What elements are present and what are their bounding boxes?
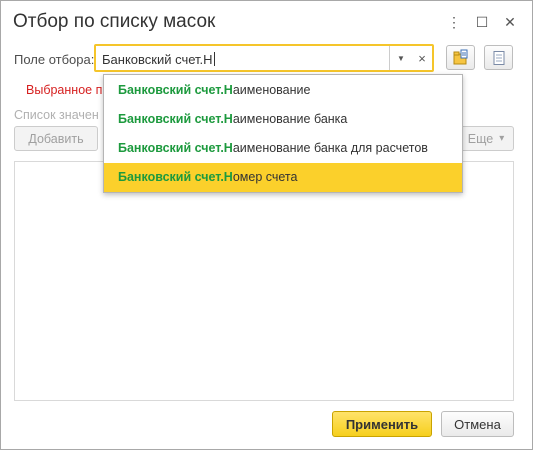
maximize-icon[interactable]: ☐ — [471, 11, 493, 33]
open-list-button[interactable] — [484, 45, 513, 70]
suggestion-match: Банковский счет.Н — [118, 170, 233, 184]
suggestion-match: Банковский счет.Н — [118, 83, 233, 97]
selected-notice: Выбранное п — [26, 83, 103, 97]
dialog-window: Отбор по списку масок ⋮ ☐ ✕ Поле отбора:… — [0, 0, 533, 450]
clear-icon[interactable]: × — [412, 46, 432, 70]
suggestion-rest: аименование банка — [232, 112, 348, 126]
apply-button[interactable]: Применить — [332, 411, 432, 437]
cancel-button[interactable]: Отмена — [441, 411, 514, 437]
more-button-label: Еще — [467, 131, 494, 146]
close-icon[interactable]: ✕ — [499, 11, 521, 33]
suggestion-item[interactable]: Банковский счет.Наименование банка — [104, 105, 462, 134]
suggestion-rest: аименование банка для расчетов — [232, 141, 428, 155]
filter-field-input[interactable]: Банковский счет.Н ▼ × — [94, 44, 434, 72]
suggestion-item[interactable]: Банковский счет.Наименование — [104, 76, 462, 105]
chevron-down-icon: ▾ — [499, 133, 505, 144]
more-options-icon[interactable]: ⋮ — [443, 11, 465, 33]
dialog-title: Отбор по списку масок — [13, 11, 216, 32]
suggestion-match: Банковский счет.Н — [118, 112, 233, 126]
chevron-down-icon[interactable]: ▼ — [389, 46, 412, 70]
suggestion-rest: омер счета — [232, 170, 298, 184]
suggestion-match: Банковский счет.Н — [118, 141, 233, 155]
more-button[interactable]: Еще ▾ — [458, 126, 514, 151]
suggestion-rest: аименование — [232, 83, 311, 97]
folder-edit-icon — [453, 49, 467, 64]
suggestion-item-selected[interactable]: Банковский счет.Номер счета — [104, 163, 462, 192]
suggestion-item[interactable]: Банковский счет.Наименование банка для р… — [104, 134, 462, 163]
suggestion-dropdown: Банковский счет.Наименование Банковский … — [103, 74, 463, 193]
values-list[interactable] — [14, 161, 514, 401]
filter-field-value[interactable]: Банковский счет.Н — [102, 52, 215, 67]
filter-field-label: Поле отбора: — [14, 52, 95, 67]
document-icon — [493, 50, 504, 65]
select-from-list-button[interactable] — [446, 45, 475, 70]
text-caret — [213, 52, 215, 66]
values-list-caption: Список значен — [14, 108, 99, 122]
add-button[interactable]: Добавить — [14, 126, 98, 151]
